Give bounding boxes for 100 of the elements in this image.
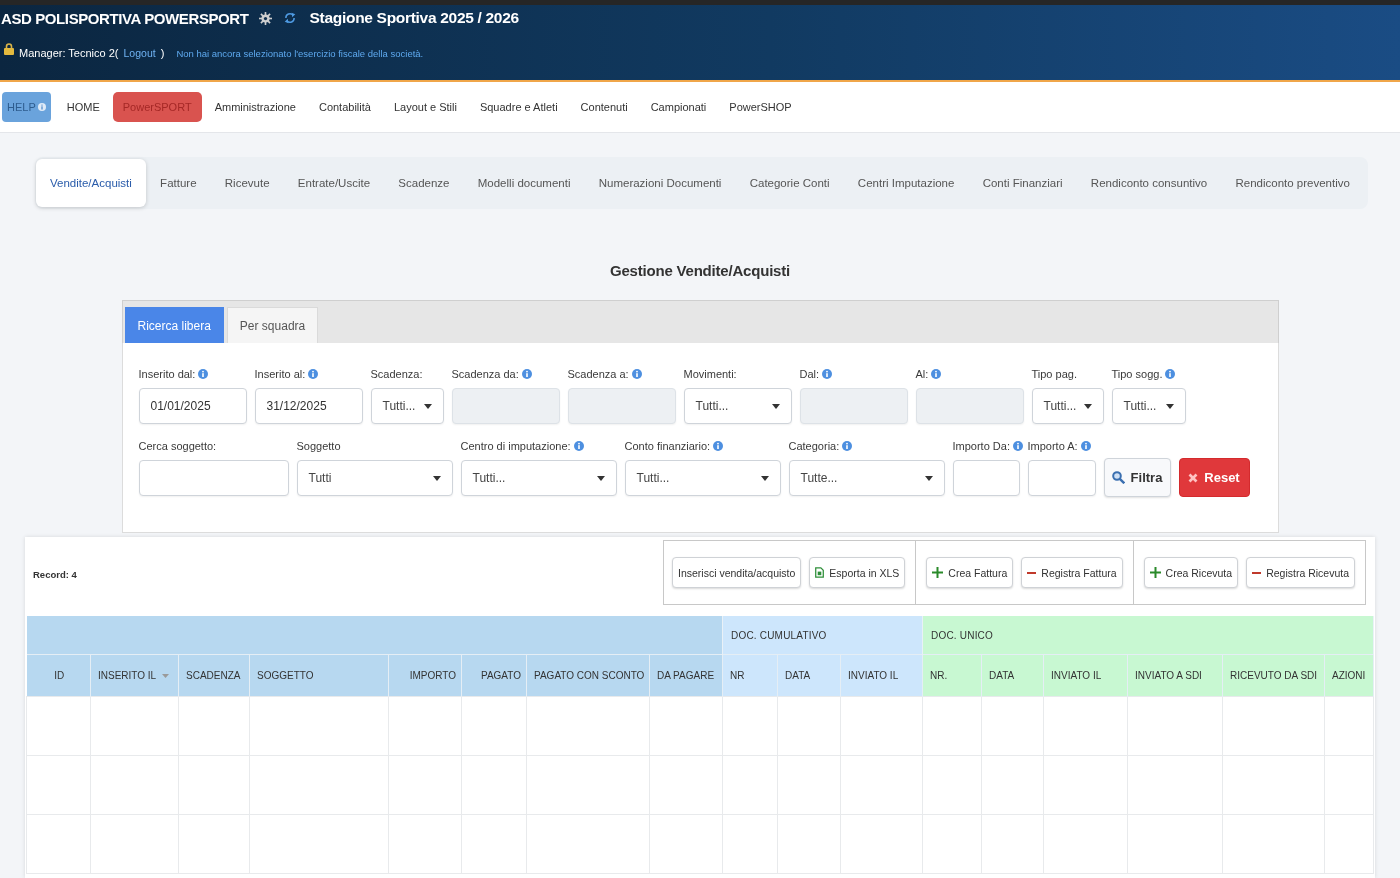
nav-link[interactable]: PowerSHOP bbox=[719, 92, 802, 122]
x-mark-icon bbox=[1188, 472, 1199, 483]
info-icon[interactable] bbox=[1080, 440, 1091, 451]
nav-link[interactable]: Campionati bbox=[640, 92, 717, 122]
toolbar-button[interactable]: Registra Ricevuta bbox=[1246, 557, 1355, 588]
field-label: Scadenza: bbox=[370, 367, 423, 380]
info-icon bbox=[37, 103, 46, 111]
info-icon[interactable] bbox=[573, 440, 584, 451]
column-group-header: DOC. CUMULATIVO bbox=[722, 616, 923, 655]
settings-icon[interactable] bbox=[258, 11, 272, 25]
club-name: ASD POLISPORTIVA POWERSPORT bbox=[1, 9, 249, 27]
page-title: Gestione Vendite/Acquisti bbox=[608, 261, 791, 281]
filter-button[interactable]: Filtra bbox=[1103, 458, 1171, 497]
dropdown[interactable]: Tutte... bbox=[788, 460, 945, 496]
caret-icon bbox=[596, 475, 605, 481]
column-header: DATA bbox=[777, 654, 841, 697]
section-tab[interactable]: Rendiconto consuntivo bbox=[1076, 159, 1222, 207]
input-field[interactable]: 31/12/2025 bbox=[254, 388, 363, 424]
dropdown[interactable]: Tutti... bbox=[1031, 388, 1104, 424]
column-header[interactable]: INSERITO IL bbox=[90, 654, 179, 697]
section-tab[interactable]: Fatture bbox=[146, 159, 211, 207]
dropdown[interactable]: Tutti... bbox=[683, 388, 792, 424]
nav-link[interactable]: Amministrazione bbox=[204, 92, 306, 122]
section-tab[interactable]: Categorie Conti bbox=[735, 159, 844, 207]
field-label: Dal: bbox=[799, 367, 820, 380]
manager-label: Manager: Tecnico 2( Logout ) bbox=[19, 47, 165, 59]
minus-icon bbox=[1027, 571, 1037, 574]
dropdown[interactable]: Tutti... bbox=[460, 460, 617, 496]
info-icon[interactable] bbox=[842, 440, 853, 451]
section-tab[interactable]: Vendite/Acquisti bbox=[36, 159, 146, 207]
field-label: Importo A: bbox=[1027, 439, 1078, 452]
dropdown[interactable]: Tutti bbox=[296, 460, 453, 496]
section-tab[interactable]: Entrate/Uscite bbox=[283, 159, 385, 207]
section-tab[interactable]: Ricevute bbox=[210, 159, 284, 207]
input-field[interactable] bbox=[952, 460, 1020, 496]
nav-link[interactable]: Contabilità bbox=[308, 92, 381, 122]
section-tab[interactable]: Scadenze bbox=[384, 159, 464, 207]
nav-link[interactable]: Squadre e Atleti bbox=[469, 92, 568, 122]
input-field[interactable] bbox=[1027, 460, 1096, 496]
fiscal-year-notice: Non hai ancora selezionato l'esercizio fiscale della società. bbox=[176, 47, 424, 59]
field-label: Inserito al: bbox=[254, 367, 306, 380]
nav-link[interactable]: Layout e Stili bbox=[383, 92, 467, 122]
field-label: Centro di imputazione: bbox=[460, 439, 571, 452]
field-label: Scadenza da: bbox=[451, 367, 519, 380]
logout-link[interactable]: Logout bbox=[123, 47, 156, 59]
column-group-header: DOC. UNICO bbox=[922, 616, 1374, 655]
column-header: NR bbox=[722, 654, 778, 697]
refresh-icon[interactable] bbox=[283, 12, 296, 24]
toolbar-button[interactable]: Registra Fattura bbox=[1021, 557, 1123, 588]
toolbar-button[interactable]: Crea Ricevuta bbox=[1143, 557, 1239, 588]
plus-icon bbox=[932, 567, 944, 578]
column-header: AZIONI bbox=[1324, 654, 1374, 697]
section-tab[interactable]: Conti Finanziari bbox=[968, 159, 1077, 207]
record-count: Record: 4 bbox=[33, 569, 77, 580]
season-title: Stagione Sportiva 2025 / 2026 bbox=[309, 9, 519, 27]
column-header: INVIATO A SDI bbox=[1127, 654, 1223, 697]
caret-icon bbox=[1083, 403, 1092, 409]
field-label: Conto finanziario: bbox=[624, 439, 711, 452]
toolbar-button[interactable]: Esporta in XLS bbox=[809, 557, 906, 588]
input-field[interactable] bbox=[138, 460, 289, 496]
field-label: Cerca soggetto: bbox=[138, 439, 217, 452]
column-header: DA PAGARE bbox=[649, 654, 723, 697]
column-header: SOGGETTO bbox=[249, 654, 389, 697]
caret-icon bbox=[771, 403, 780, 409]
nav-link[interactable]: HOME bbox=[56, 92, 110, 122]
field-label: Movimenti: bbox=[683, 367, 737, 380]
info-icon[interactable] bbox=[1165, 368, 1176, 379]
column-header: ID bbox=[26, 654, 91, 697]
caret-icon bbox=[432, 475, 441, 481]
column-header: SCADENZA bbox=[178, 654, 250, 697]
column-header: IMPORTO bbox=[388, 654, 462, 697]
nav-link[interactable]: Contenuti bbox=[570, 92, 638, 122]
section-tab[interactable]: Numerazioni Documenti bbox=[584, 159, 736, 207]
info-icon[interactable] bbox=[713, 440, 724, 451]
info-icon[interactable] bbox=[1012, 440, 1023, 451]
toolbar-button[interactable]: Crea Fattura bbox=[926, 557, 1014, 588]
field-label: Categoria: bbox=[788, 439, 840, 452]
section-tab[interactable]: Modelli documenti bbox=[463, 159, 585, 207]
dropdown[interactable]: Tutti... bbox=[1111, 388, 1186, 424]
caret-icon bbox=[423, 403, 432, 409]
dropdown[interactable]: Tutti... bbox=[624, 460, 781, 496]
column-header: NR. bbox=[922, 654, 982, 697]
input-field[interactable]: 01/01/2025 bbox=[138, 388, 247, 424]
column-header: PAGATO CON SCONTO bbox=[526, 654, 650, 697]
caret-icon bbox=[924, 475, 933, 481]
search-tab[interactable]: Ricerca libera bbox=[124, 307, 224, 343]
field-label: Scadenza a: bbox=[567, 367, 629, 380]
search-tab[interactable]: Per squadra bbox=[226, 307, 319, 343]
section-tab[interactable]: Centri Imputazione bbox=[843, 159, 969, 207]
minus-icon bbox=[1252, 571, 1262, 574]
reset-button[interactable]: Reset bbox=[1178, 458, 1250, 497]
section-tab[interactable]: Rendiconto preventivo bbox=[1221, 159, 1364, 207]
dropdown[interactable]: Tutti... bbox=[370, 388, 444, 424]
column-header: PAGATO bbox=[461, 654, 527, 697]
info-icon[interactable] bbox=[198, 368, 209, 379]
toolbar-button[interactable]: Inserisci vendita/acquisto bbox=[672, 557, 802, 588]
info-icon[interactable] bbox=[308, 368, 319, 379]
document-icon bbox=[815, 567, 825, 578]
caret-icon bbox=[760, 475, 769, 481]
field-label: Soggetto bbox=[296, 439, 341, 452]
